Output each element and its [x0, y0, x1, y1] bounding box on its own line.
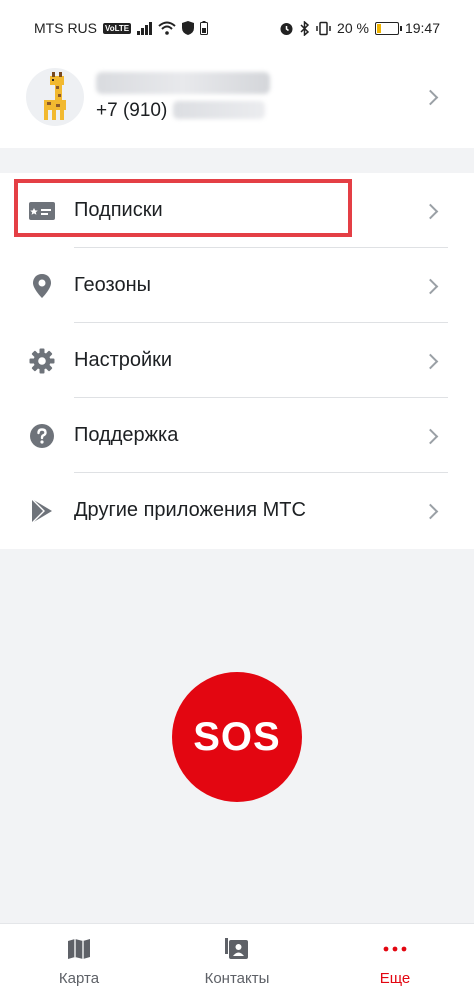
- phone-number-blurred: [173, 101, 266, 119]
- menu-item-label: Другие приложения МТС: [74, 499, 306, 521]
- menu-item-other-apps[interactable]: Другие приложения МТС: [0, 473, 474, 548]
- help-icon: [30, 424, 54, 448]
- battery-icon: [374, 21, 402, 35]
- chevron-right-icon: [422, 353, 439, 370]
- giraffe-icon: [44, 72, 66, 120]
- bluetooth-icon: [300, 20, 310, 36]
- tab-contacts[interactable]: Контакты: [158, 924, 316, 998]
- sos-button[interactable]: SOS: [172, 672, 302, 802]
- vibrate-icon: [316, 21, 331, 35]
- tab-map[interactable]: Карта: [0, 924, 158, 998]
- carrier-label: MTS RUS: [34, 20, 97, 36]
- tab-more[interactable]: Еще: [316, 924, 474, 998]
- menu-item-geozones[interactable]: Геозоны: [0, 248, 474, 323]
- shield-icon: [182, 21, 195, 35]
- tab-label: Еще: [379, 970, 411, 987]
- menu-item-label: Поддержка: [74, 424, 179, 446]
- status-left: MTS RUS VoLTE: [34, 20, 209, 36]
- wifi-icon: [158, 21, 176, 35]
- phone-prefix: +7 (910): [96, 100, 168, 121]
- menu-item-settings[interactable]: Настройки: [0, 323, 474, 398]
- signal-icon: [137, 21, 153, 35]
- status-right: 20 % 19:47: [279, 20, 440, 36]
- menu-item-label: Настройки: [74, 349, 173, 371]
- tab-label: Контакты: [204, 970, 270, 987]
- chevron-right-icon: [422, 203, 439, 220]
- play-store-icon: [31, 498, 52, 524]
- tab-label: Карта: [58, 970, 100, 987]
- chevron-right-icon: [422, 89, 439, 106]
- bottom-tab-bar: Карта Контакты Еще: [0, 923, 474, 998]
- volte-badge: VoLTE: [103, 22, 132, 34]
- more-dots-icon: [383, 946, 407, 952]
- status-bar: MTS RUS VoLTE 20 % 19:47: [0, 0, 474, 56]
- menu-list: Подписки Геозоны Настройки Поддержка Дру…: [0, 173, 474, 549]
- menu-item-label: Геозоны: [74, 274, 152, 296]
- battery-percent: 20 %: [337, 20, 369, 36]
- chevron-right-icon: [422, 503, 439, 520]
- highlight-box: [14, 179, 352, 237]
- contacts-icon: [225, 938, 248, 959]
- chevron-right-icon: [422, 428, 439, 445]
- location-pin-icon: [33, 274, 51, 298]
- profile-row[interactable]: +7 (910): [0, 56, 474, 148]
- gear-icon: [29, 348, 55, 374]
- alarm-icon: [280, 22, 293, 35]
- menu-item-subscriptions[interactable]: Подписки: [0, 173, 474, 248]
- map-icon: [68, 939, 90, 959]
- profile-phone: +7 (910): [96, 100, 266, 122]
- clock: 19:47: [404, 20, 440, 36]
- small-battery-icon: [200, 21, 209, 35]
- chevron-right-icon: [422, 278, 439, 295]
- menu-item-support[interactable]: Поддержка: [0, 398, 474, 473]
- profile-name-blurred: [96, 72, 270, 94]
- avatar: [26, 68, 84, 126]
